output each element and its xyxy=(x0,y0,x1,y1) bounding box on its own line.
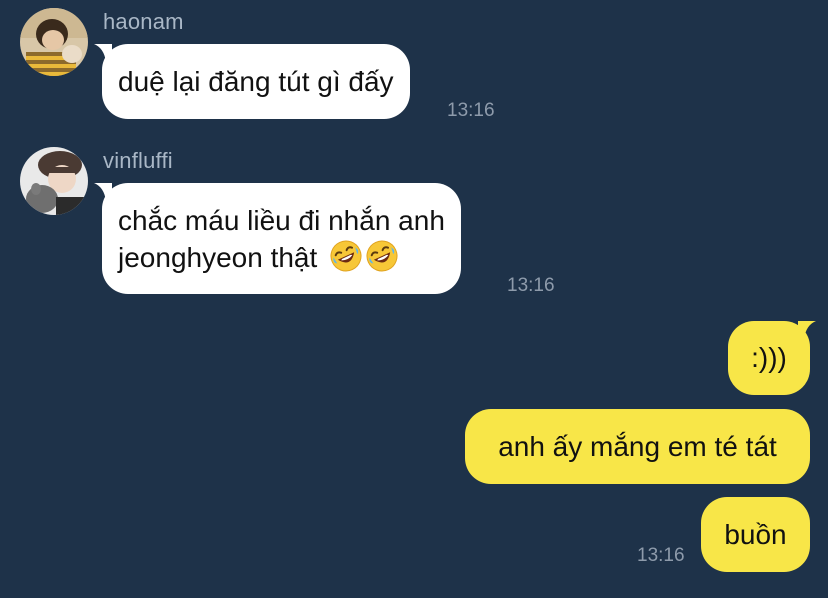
message-bubble-outgoing[interactable]: anh ấy mắng em té tát xyxy=(465,409,810,484)
message-text: duệ lại đăng tút gì đấy xyxy=(118,66,394,97)
bubble-tail-incoming xyxy=(94,183,112,201)
avatar-haonam[interactable] xyxy=(20,8,88,76)
message-timestamp: 13:16 xyxy=(637,545,685,566)
message-text: :))) xyxy=(751,342,787,373)
message-text-line-1: chắc máu liều đi nhắn anh xyxy=(118,205,445,236)
message-bubble-outgoing[interactable]: buồn xyxy=(701,497,810,572)
message-bubble-incoming[interactable]: chắc máu liều đi nhắn anh jeonghyeon thậ… xyxy=(102,183,461,294)
sender-name-haonam: haonam xyxy=(103,9,184,34)
message-timestamp: 13:16 xyxy=(447,100,495,121)
bubble-tail-incoming xyxy=(94,44,112,62)
message-text: jeonghyeon thật xyxy=(118,242,318,273)
message-text: anh ấy mắng em té tát xyxy=(498,431,777,462)
message-text: buồn xyxy=(724,519,787,550)
message-text-line-2: jeonghyeon thật xyxy=(118,239,445,276)
sender-name-vinfluffi: vinfluffi xyxy=(103,148,173,173)
message-bubble-incoming[interactable]: duệ lại đăng tút gì đấy xyxy=(102,44,410,119)
message-timestamp: 13:16 xyxy=(507,275,555,296)
avatar-vinfluffi[interactable] xyxy=(20,147,88,215)
rolling-on-floor-laughing-emoji-icon xyxy=(330,240,362,272)
rolling-on-floor-laughing-emoji-icon xyxy=(366,240,398,272)
bubble-tail-outgoing xyxy=(798,321,816,339)
